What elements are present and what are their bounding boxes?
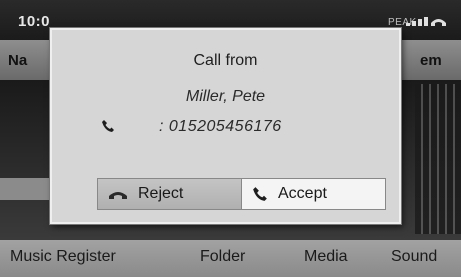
signal-strength-icon <box>406 17 428 26</box>
menu-media[interactable]: Media <box>304 248 348 266</box>
clock: 10:0 <box>18 13 51 30</box>
dialog-title: Call from <box>193 52 258 69</box>
hang-up-icon <box>109 192 127 199</box>
caller-number: : 015205456176 <box>159 118 282 135</box>
tab-system-partial[interactable]: em <box>420 52 442 69</box>
pick-up-icon <box>253 187 267 201</box>
menu-music-register[interactable]: Music Register <box>10 248 116 266</box>
phone-handset-icon <box>102 120 114 132</box>
background-decoration <box>415 84 461 234</box>
call-action-buttons: Reject Accept <box>97 178 386 210</box>
accept-button[interactable]: Accept <box>242 179 385 209</box>
incoming-call-dialog: Call from Miller, Pete : 015205456176 Re… <box>50 28 401 224</box>
tab-navigation-partial[interactable]: Na <box>8 52 27 69</box>
phone-status-icon <box>431 19 446 26</box>
reject-label: Reject <box>138 185 184 202</box>
caller-name: Miller, Pete <box>185 88 266 105</box>
menu-sound[interactable]: Sound <box>391 248 437 266</box>
accept-label: Accept <box>278 185 327 202</box>
menu-folder[interactable]: Folder <box>200 248 245 266</box>
reject-button[interactable]: Reject <box>98 179 242 209</box>
